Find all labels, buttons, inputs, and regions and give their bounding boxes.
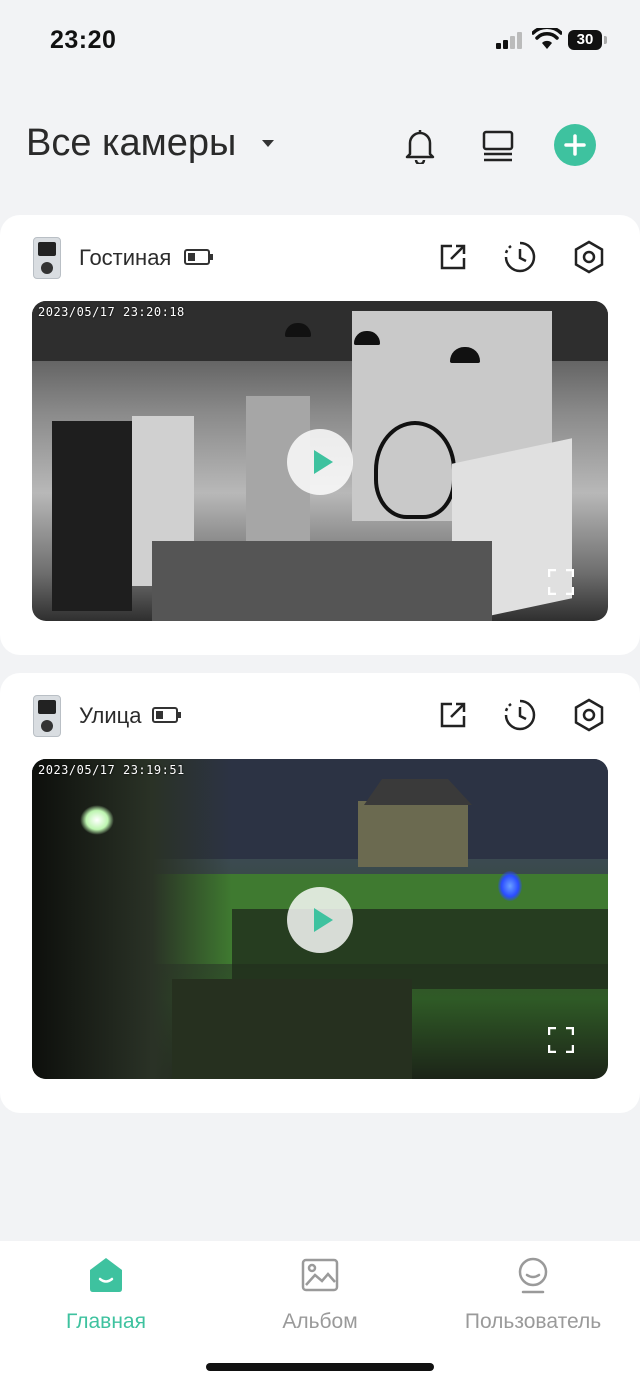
battery-low-icon [152,707,181,723]
share-button[interactable] [435,697,471,733]
plus-icon [564,134,586,156]
floor [152,541,492,621]
camera-settings-button[interactable] [571,239,607,275]
playback-history-button[interactable] [502,697,538,733]
camera-card-header: Улица [0,673,640,759]
cellular-signal-icon [496,32,522,49]
add-camera-button[interactable] [554,124,596,166]
user-icon [518,1257,548,1294]
bell-icon [405,130,435,164]
camera-video-preview[interactable]: 2023/05/17 23:19:51 [32,759,608,1079]
video-timestamp: 2023/05/17 23:19:51 [38,763,185,777]
playback-history-button[interactable] [502,239,538,275]
battery-indicator: 30 [568,30,608,52]
blue-lights [498,871,522,901]
camera-device-icon [33,237,61,279]
nav-item-album[interactable]: Альбом [220,1255,420,1345]
page-header: Все камеры [0,110,640,180]
chevron-down-icon[interactable] [262,140,274,147]
album-icon [301,1258,339,1292]
list-view-button[interactable] [476,124,520,168]
video-timestamp: 2023/05/17 23:20:18 [38,305,185,319]
nav-item-user[interactable]: Пользователь [433,1255,633,1345]
status-bar: 23:20 30 [0,0,640,80]
page-title[interactable]: Все камеры [26,122,236,165]
history-icon [504,241,536,273]
camera-settings-button[interactable] [571,697,607,733]
camera-card-header: Гостиная [0,215,640,301]
path [172,979,412,1079]
camera-card: Улица 2023/05/17 23:19:51 [0,673,640,1113]
wifi-icon [532,28,562,49]
camera-device-icon [33,695,61,737]
share-icon [440,244,466,270]
play-button[interactable] [287,887,353,953]
fullscreen-icon[interactable] [548,1027,574,1053]
camera-card: Гостиная 2023/05/17 23:20:18 [0,215,640,655]
history-icon [504,699,536,731]
camera-name: Гостиная [79,245,172,270]
nav-item-home[interactable]: Главная [6,1255,206,1345]
street-light [80,805,114,835]
home-indicator[interactable] [206,1363,434,1371]
nav-label-home: Главная [66,1310,146,1333]
settings-hexagon-icon [574,240,604,274]
list-view-icon [482,130,514,162]
hanging-chair [374,421,456,519]
camera-video-preview[interactable]: 2023/05/17 23:20:18 [32,301,608,621]
play-button[interactable] [287,429,353,495]
camera-name: Улица [79,703,142,728]
share-button[interactable] [435,239,471,275]
nav-label-album: Альбом [282,1310,358,1333]
fullscreen-icon[interactable] [548,569,574,595]
battery-low-icon [184,249,213,265]
status-time: 23:20 [50,26,117,54]
battery-level: 30 [568,30,607,50]
doorway [52,421,132,611]
home-icon [90,1258,122,1292]
settings-hexagon-icon [574,698,604,732]
notifications-button[interactable] [398,124,442,168]
nav-label-user: Пользователь [464,1310,602,1333]
share-icon [440,702,466,728]
house [358,801,468,867]
